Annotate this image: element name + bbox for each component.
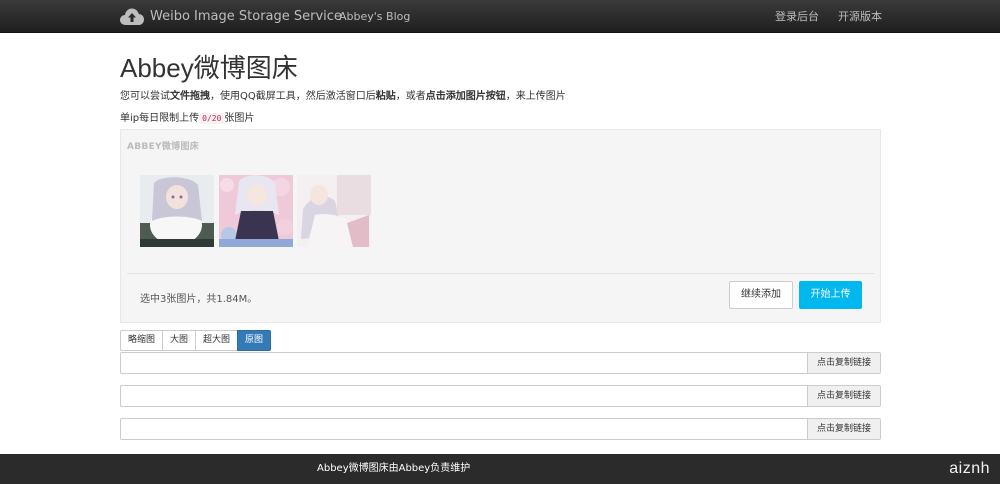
tab-thumbnail[interactable]: 略缩图 <box>120 330 164 351</box>
start-upload-button[interactable]: 开始上传 <box>799 281 862 309</box>
image-link-input[interactable] <box>120 385 808 407</box>
footer-text: Abbey微博图床由Abbey负责维护 <box>317 463 471 474</box>
image-link-input[interactable] <box>120 418 808 440</box>
limit-suffix: 张图片 <box>224 113 255 124</box>
tab-original[interactable]: 原图 <box>237 330 272 351</box>
panel-divider <box>127 273 874 274</box>
brand-title: Weibo Image Storage Service <box>150 9 342 24</box>
footer: Abbey微博图床由Abbey负责维护 aiznh <box>0 454 1000 484</box>
copy-link-button[interactable]: 点击复制链接 <box>807 352 881 374</box>
nav-link-opensource[interactable]: 开源版本 <box>838 0 882 33</box>
intro-bold-drag: 文件拖拽 <box>170 91 210 102</box>
panel-label: ABBEY微博图床 <box>127 142 200 152</box>
size-tabs: 略缩图 大图 超大图 原图 <box>120 330 272 351</box>
selection-status: 选中3张图片，共1.84M。 <box>140 294 258 305</box>
continue-add-button[interactable]: 继续添加 <box>729 281 793 309</box>
thumbnail-image-3 <box>297 175 371 247</box>
limit-prefix: 单ip每日限制上传 <box>120 113 200 124</box>
link-row: 点击复制链接 <box>120 352 881 374</box>
page-title: Abbey微博图床 <box>120 53 298 83</box>
image-thumbnail[interactable] <box>297 175 371 247</box>
intro-part: ，或者 <box>395 91 426 102</box>
link-row: 点击复制链接 <box>120 385 881 407</box>
brand-link[interactable]: Weibo Image Storage Service <box>120 0 342 33</box>
top-navbar: Weibo Image Storage Service Abbey's Blog… <box>0 0 1000 33</box>
tab-large[interactable]: 大图 <box>162 330 197 351</box>
image-link-input[interactable] <box>120 352 808 374</box>
intro-bold-paste: 粘贴 <box>375 91 396 102</box>
thumbnail-image-2 <box>219 175 293 247</box>
nav-link-blog[interactable]: Abbey's Blog <box>339 0 410 33</box>
upload-panel[interactable]: ABBEY微博图床 选中3张图片，共1.84M。 继续添加 开始上传 <box>120 129 881 323</box>
intro-part: 您可以尝试 <box>120 91 170 102</box>
copy-link-button[interactable]: 点击复制链接 <box>807 418 881 440</box>
intro-part: ，来上传图片 <box>505 91 566 102</box>
watermark: aiznh <box>949 460 990 477</box>
link-row: 点击复制链接 <box>120 418 881 440</box>
image-thumbnail[interactable] <box>219 175 293 247</box>
cloud-upload-icon <box>120 8 144 25</box>
intro-text: 您可以尝试文件拖拽，使用QQ截屏工具，然后激活窗口后粘贴，或者点击添加图片按钮，… <box>120 87 566 102</box>
intro-part: ，使用QQ截屏工具，然后激活窗口后 <box>210 91 376 102</box>
image-thumbnail[interactable] <box>140 175 214 247</box>
upload-limit-text: 单ip每日限制上传 0/20 张图片 <box>120 109 254 124</box>
intro-bold-add-button: 点击添加图片按钮 <box>425 91 506 102</box>
copy-link-button[interactable]: 点击复制链接 <box>807 385 881 407</box>
thumbnail-image-1 <box>140 175 214 247</box>
nav-link-login[interactable]: 登录后台 <box>775 0 819 33</box>
limit-count: 0/20 <box>199 113 225 124</box>
tab-extra-large[interactable]: 超大图 <box>195 330 239 351</box>
